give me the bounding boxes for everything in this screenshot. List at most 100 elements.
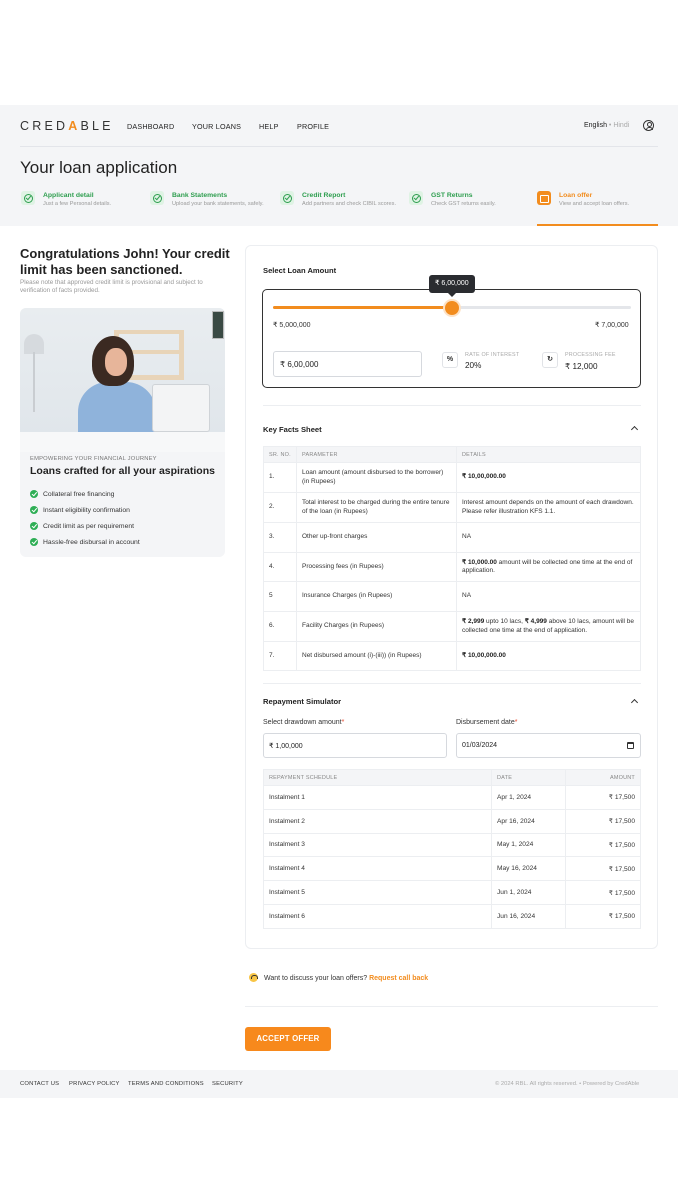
drawdown-label-text: Select drawdown amount xyxy=(263,719,342,726)
cell-date: Apr 16, 2024 xyxy=(491,808,566,834)
promo-card: EMPOWERING YOUR FINANCIAL JOURNEY Loans … xyxy=(20,308,225,557)
step-subtitle: View and accept loan offers. xyxy=(559,201,630,207)
step-credit-report[interactable]: Credit Report Add partners and check CIB… xyxy=(280,191,405,221)
lamp-shape xyxy=(24,334,44,354)
slider-handle[interactable] xyxy=(445,300,459,315)
column-header: AMOUNT xyxy=(565,769,641,786)
section-divider xyxy=(245,1006,658,1007)
table-row: Instalment 6 Jun 16, 2024 ₹ 17,500 xyxy=(263,903,641,929)
simulator-title[interactable]: Repayment Simulator xyxy=(263,697,341,706)
roi-label: RATE OF INTEREST xyxy=(465,352,520,358)
loan-amount-input[interactable]: ₹ 6,00,000 xyxy=(273,351,422,377)
cell-instalment: Instalment 3 xyxy=(263,832,492,857)
brand-logo[interactable]: CREDABLE xyxy=(20,119,114,133)
table-row: 5 Insurance Charges (in Rupees) NA xyxy=(263,581,641,612)
step-loan-offer[interactable]: Loan offer View and accept loan offers. xyxy=(537,191,662,221)
nav-profile[interactable]: PROFILE xyxy=(297,122,329,131)
cell-details: NA xyxy=(456,581,641,612)
nav-your-loans[interactable]: YOUR LOANS xyxy=(192,122,241,131)
table-row: Instalment 3 May 1, 2024 ₹ 17,500 xyxy=(263,832,641,857)
table-header-row: SR. NO. PARAMETER DETAILS xyxy=(263,446,641,463)
table-row: 7. Net disbursed amount (i)-(iii)) (in R… xyxy=(263,641,641,671)
cell-amount: ₹ 17,500 xyxy=(565,880,641,905)
cell-amount: ₹ 17,500 xyxy=(565,832,641,857)
cell-no: 1. xyxy=(263,462,297,493)
drawdown-label: Select drawdown amount* xyxy=(263,719,344,726)
user-circle-icon[interactable] xyxy=(643,120,654,131)
cell-amount: ₹ 17,500 xyxy=(565,808,641,834)
step-title: Loan offer xyxy=(559,192,593,199)
cell-no: 6. xyxy=(263,611,297,642)
nav-dashboard[interactable]: DASHBOARD xyxy=(127,122,174,131)
cell-date: May 1, 2024 xyxy=(491,832,566,857)
cell-no: 3. xyxy=(263,522,297,553)
logo-text-end: BLE xyxy=(80,119,114,133)
feature-item: Hassle-free disbursal in account xyxy=(30,538,140,546)
feature-item: Collateral free financing xyxy=(30,490,114,498)
lang-hindi[interactable]: Hindi xyxy=(613,122,629,129)
lang-english[interactable]: English xyxy=(584,122,607,129)
language-switcher[interactable]: English • Hindi xyxy=(584,122,629,129)
details-bold: ₹ 4,999 xyxy=(524,618,547,626)
cell-param: Total interest to be charged during the … xyxy=(296,492,457,523)
details-bold: ₹ 10,000.00 xyxy=(462,558,497,566)
required-mark: * xyxy=(514,719,518,726)
wall-frame-shape xyxy=(212,311,224,339)
feature-label: Credit limit as per requirement xyxy=(43,523,135,530)
step-title: Credit Report xyxy=(302,192,346,199)
nav-help[interactable]: HELP xyxy=(259,122,279,131)
roi-value: 20% xyxy=(465,361,482,370)
slider-fill xyxy=(273,306,452,309)
refresh-icon: ↻ xyxy=(542,352,558,368)
footer-link-security[interactable]: SECURITY xyxy=(212,1081,243,1087)
cell-param: Net disbursed amount (i)-(iii)) (in Rupe… xyxy=(296,641,457,671)
callback-text: Want to discuss your loan offers? xyxy=(264,975,370,982)
cell-amount: ₹ 17,500 xyxy=(565,856,641,881)
cell-date: Jun 1, 2024 xyxy=(491,880,566,905)
kfs-title[interactable]: Key Facts Sheet xyxy=(263,425,322,434)
cell-amount: ₹ 17,500 xyxy=(565,903,641,929)
feature-label: Instant eligibility confirmation xyxy=(43,507,130,514)
footer-link-contact[interactable]: CONTACT US xyxy=(20,1081,59,1087)
check-icon xyxy=(30,506,38,514)
drawdown-amount-input[interactable]: ₹ 1,00,000 xyxy=(263,733,447,758)
cell-no: 7. xyxy=(263,641,297,671)
active-step-indicator xyxy=(537,224,658,226)
table-row: 1. Loan amount (amount disbursed to the … xyxy=(263,462,641,493)
required-mark: * xyxy=(341,719,345,726)
column-header: SR. NO. xyxy=(263,446,297,463)
request-callback-link[interactable]: Request call back xyxy=(369,975,428,982)
cell-date: May 16, 2024 xyxy=(491,856,566,881)
promo-title: Loans crafted for all your aspirations xyxy=(30,465,215,477)
check-circle-icon xyxy=(21,191,35,205)
disbursement-date-input[interactable]: 01/03/2024 xyxy=(456,733,641,758)
feature-item: Credit limit as per requirement xyxy=(30,522,134,530)
table-row: 4. Processing fees (in Rupees) ₹ 10,000.… xyxy=(263,552,641,582)
repayment-schedule-table: REPAYMENT SCHEDULE DATE AMOUNT Instalmen… xyxy=(263,769,641,929)
page-title: Your loan application xyxy=(20,158,178,177)
cell-no: 4. xyxy=(263,552,297,582)
copyright: © 2024 RBL. All rights reserved. • Power… xyxy=(495,1081,640,1087)
details-text: Interest amount depends on the amount of… xyxy=(462,499,634,515)
accept-offer-button[interactable]: ACCEPT OFFER xyxy=(245,1027,331,1051)
column-header: REPAYMENT SCHEDULE xyxy=(263,769,492,786)
cell-details: ₹ 2,999 upto 10 lacs, ₹ 4,999 above 10 l… xyxy=(456,611,641,642)
promo-illustration xyxy=(20,308,225,452)
footer-link-privacy[interactable]: PRIVACY POLICY xyxy=(69,1081,120,1087)
footer-link-terms[interactable]: TERMS AND CONDITIONS xyxy=(128,1081,204,1087)
cell-no: 5 xyxy=(263,581,297,612)
feature-item: Instant eligibility confirmation xyxy=(30,506,130,514)
support-icon xyxy=(249,973,258,982)
details-bold: ₹ 10,00,000.00 xyxy=(462,473,506,481)
congrats-title: Congratulations John! Your credit limit … xyxy=(20,246,230,277)
laptop-shape xyxy=(152,384,210,432)
step-bank-statements[interactable]: Bank Statements Upload your bank stateme… xyxy=(150,191,275,221)
logo-text-start: CRED xyxy=(20,119,69,133)
cell-amount: ₹ 17,500 xyxy=(565,785,641,810)
details-bold: ₹ 2,999 xyxy=(462,618,485,626)
step-gst-returns[interactable]: GST Returns Check GST returns easily. xyxy=(409,191,534,221)
logo-accent-letter: A xyxy=(68,119,81,133)
lamp-pole-shape xyxy=(33,352,35,412)
calendar-icon[interactable] xyxy=(627,742,634,749)
step-applicant-detail[interactable]: Applicant detail Just a few Personal det… xyxy=(21,191,146,221)
